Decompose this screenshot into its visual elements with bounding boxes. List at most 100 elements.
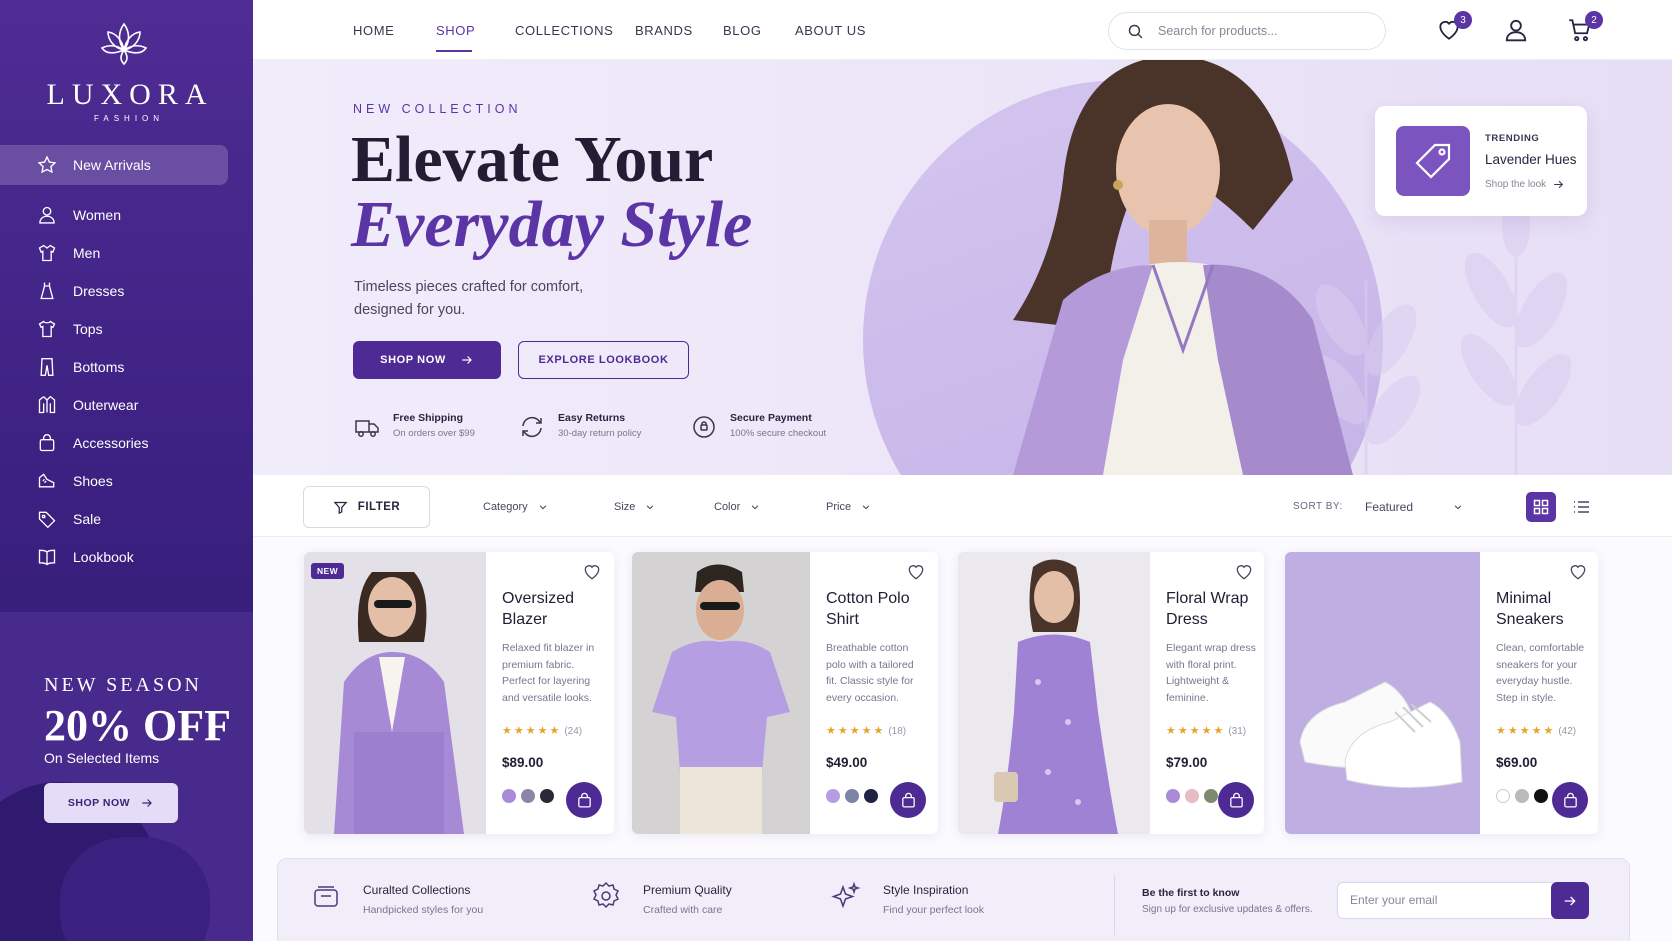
- nav-brands[interactable]: BRANDS: [635, 23, 693, 38]
- filter-button[interactable]: FILTER: [303, 486, 430, 528]
- explore-lookbook-button[interactable]: EXPLORE LOOKBOOK: [518, 341, 689, 379]
- product-name[interactable]: Floral Wrap Dress: [1166, 588, 1256, 630]
- wishlist-toggle[interactable]: [582, 562, 602, 582]
- color-swatches: [502, 789, 554, 803]
- feature-subtitle: 100% secure checkout: [730, 428, 827, 439]
- perk-subtitle: Find your perfect look: [883, 904, 984, 916]
- box-icon: [314, 886, 338, 907]
- nav-collections[interactable]: COLLECTIONS: [515, 23, 613, 38]
- wishlist-button[interactable]: 3: [1436, 11, 1472, 43]
- nav-shop[interactable]: SHOP: [436, 23, 475, 38]
- color-swatch[interactable]: [1496, 789, 1510, 803]
- product-card[interactable]: Floral Wrap Dress Elegant wrap dress wit…: [958, 552, 1264, 834]
- sidebar-item-shoes[interactable]: Shoes: [0, 461, 228, 501]
- sidebar-item-label: New Arrivals: [73, 157, 151, 173]
- perk-premium-quality: Premium Quality Crafted with care: [591, 881, 732, 916]
- sidebar-item-tops[interactable]: Tops: [0, 309, 228, 349]
- color-dropdown[interactable]: Color: [714, 501, 760, 513]
- search-input[interactable]: [1158, 24, 1358, 38]
- list-view-button[interactable]: [1566, 492, 1596, 522]
- product-price: $49.00: [826, 755, 868, 770]
- sidebar-item-outerwear[interactable]: Outerwear: [0, 385, 228, 425]
- color-swatch[interactable]: [1515, 789, 1529, 803]
- feature-title: Secure Payment: [730, 412, 812, 424]
- bag-icon: [39, 434, 55, 452]
- newsletter-field[interactable]: [1337, 882, 1587, 919]
- perk-style-inspiration: Style Inspiration Find your perfect look: [831, 881, 984, 916]
- dropdown-label: Color: [714, 501, 741, 513]
- sidebar-item-label: Accessories: [73, 435, 149, 451]
- color-swatch[interactable]: [1534, 789, 1548, 803]
- color-swatch[interactable]: [502, 789, 516, 803]
- product-card[interactable]: Minimal Sneakers Clean, comfortable snea…: [1285, 552, 1598, 834]
- hero-model-image: [1013, 60, 1353, 475]
- shop-the-look-link[interactable]: Shop the look: [1485, 178, 1565, 191]
- nav-home[interactable]: HOME: [353, 23, 394, 38]
- brand-name[interactable]: LUXORA: [0, 78, 253, 112]
- color-swatch[interactable]: [540, 789, 554, 803]
- sidebar-item-bottoms[interactable]: Bottoms: [0, 347, 228, 387]
- nav-about-us[interactable]: ABOUT US: [795, 23, 866, 38]
- add-to-cart-button[interactable]: [1552, 782, 1588, 818]
- shop-now-button[interactable]: SHOP NOW: [353, 341, 501, 379]
- product-name[interactable]: Minimal Sneakers: [1496, 588, 1586, 630]
- color-swatch[interactable]: [826, 789, 840, 803]
- user-icon: [1505, 19, 1527, 42]
- color-swatch[interactable]: [521, 789, 535, 803]
- promo-headline: 20% OFF: [44, 701, 231, 750]
- sidebar-item-lookbook[interactable]: Lookbook: [0, 537, 228, 577]
- sidebar-item-accessories[interactable]: Accessories: [0, 423, 228, 463]
- arrow-right-icon: [1554, 180, 1564, 189]
- lotus-icon: [100, 22, 148, 66]
- sidebar-item-men[interactable]: Men: [0, 233, 228, 273]
- category-dropdown[interactable]: Category: [483, 501, 548, 513]
- email-input[interactable]: [1350, 893, 1540, 907]
- review-count: (42): [1558, 726, 1577, 737]
- cart-button[interactable]: 2: [1567, 11, 1603, 43]
- shield-icon: [693, 416, 715, 438]
- sidebar-item-new-arrivals[interactable]: New Arrivals: [0, 145, 228, 185]
- color-swatch[interactable]: [864, 789, 878, 803]
- price-dropdown[interactable]: Price: [826, 501, 871, 513]
- chevron-down-icon: [752, 505, 759, 510]
- search-bar[interactable]: [1108, 12, 1386, 50]
- benefits-bar: Curalted Collections Handpicked styles fo…: [277, 858, 1630, 941]
- add-to-cart-button[interactable]: [890, 782, 926, 818]
- hero-banner: NEW COLLECTION Elevate Your Everyday Sty…: [253, 60, 1672, 475]
- sidebar-item-women[interactable]: Women: [0, 195, 228, 235]
- color-swatch[interactable]: [1185, 789, 1199, 803]
- product-name[interactable]: Oversized Blazer: [502, 588, 602, 630]
- shopping-bag-icon: [1563, 792, 1577, 808]
- add-to-cart-button[interactable]: [566, 782, 602, 818]
- product-description: Breathable cotton polo with a tailored f…: [826, 642, 914, 704]
- add-to-cart-button[interactable]: [1218, 782, 1254, 818]
- product-card[interactable]: Cotton Polo Shirt Breathable cotton polo…: [632, 552, 938, 834]
- newsletter-submit-button[interactable]: [1551, 882, 1589, 919]
- wishlist-toggle[interactable]: [906, 562, 926, 582]
- product-description: Clean, comfortable sneakers for your eve…: [1496, 642, 1585, 704]
- divider: [1114, 875, 1115, 935]
- sort-dropdown[interactable]: Featured: [1365, 500, 1463, 514]
- product-name[interactable]: Cotton Polo Shirt: [826, 588, 926, 630]
- promo-shop-now-button[interactable]: SHOP NOW: [44, 783, 178, 823]
- sidebar-item-dresses[interactable]: Dresses: [0, 271, 228, 311]
- shop-now-label: SHOP NOW: [380, 354, 446, 366]
- sidebar-item-sale[interactable]: Sale: [0, 499, 228, 539]
- arrow-right-icon: [142, 799, 152, 807]
- feature-subtitle: On orders over $99: [393, 428, 475, 439]
- grid-view-button[interactable]: [1526, 492, 1556, 522]
- product-card[interactable]: NEW Oversized Blazer Relaxed fit blazer …: [304, 552, 614, 834]
- trending-card[interactable]: TRENDING Lavender Hues Shop the look: [1375, 106, 1587, 216]
- nav-blog[interactable]: BLOG: [723, 23, 762, 38]
- wishlist-toggle[interactable]: [1568, 562, 1588, 582]
- review-count: (18): [888, 726, 907, 737]
- color-swatch[interactable]: [1166, 789, 1180, 803]
- size-dropdown[interactable]: Size: [614, 501, 655, 513]
- color-swatch[interactable]: [845, 789, 859, 803]
- color-swatch[interactable]: [1204, 789, 1218, 803]
- wishlist-toggle[interactable]: [1234, 562, 1254, 582]
- active-nav-indicator: [436, 50, 472, 52]
- brand-tagline: FASHION: [93, 114, 165, 123]
- newsletter-title: Be the first to know: [1142, 887, 1240, 899]
- account-button[interactable]: [1503, 17, 1529, 43]
